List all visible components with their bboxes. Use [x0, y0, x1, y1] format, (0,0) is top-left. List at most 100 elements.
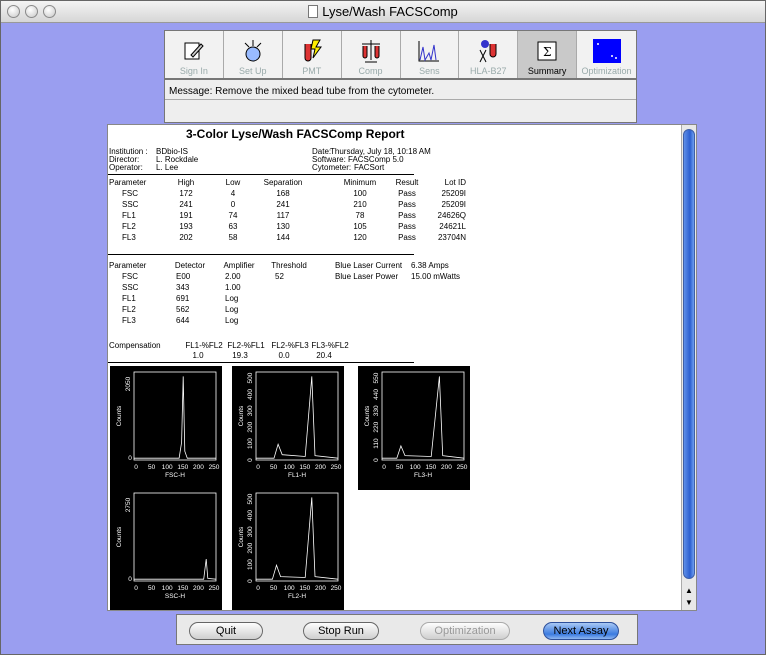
x-tick-label: 50	[270, 585, 278, 592]
settings-cell: FL2	[122, 305, 136, 314]
y-tick-label: 300	[247, 526, 254, 537]
optimization-button[interactable]: Optimization	[420, 622, 510, 640]
divider	[108, 174, 414, 175]
y-axis-label: Counts	[116, 526, 123, 547]
compensation-label: Compensation	[109, 341, 161, 350]
y-tick-label: 330	[373, 405, 380, 416]
settings-cell: 1.00	[225, 283, 241, 292]
results-cell: 168	[276, 189, 290, 198]
zoom-window-button[interactable]	[43, 5, 56, 18]
results-cell: FL1	[122, 211, 136, 220]
laser-power-label: Blue Laser Power	[335, 272, 399, 281]
stop-run-button[interactable]: Stop Run	[303, 622, 379, 640]
x-tick-label: 50	[396, 464, 404, 471]
x-tick-label: 100	[162, 464, 173, 471]
y-tick-label: 500	[247, 372, 254, 383]
x-tick-label: 250	[331, 464, 342, 471]
minimize-window-button[interactable]	[25, 5, 38, 18]
vertical-scrollbar[interactable]: ▲ ▼	[681, 125, 696, 610]
x-tick-label: 0	[256, 464, 260, 471]
settings-cell: Log	[225, 316, 239, 325]
x-tick-label: 250	[331, 585, 342, 592]
settings-cell: 52	[275, 272, 284, 281]
x-tick-label: 0	[134, 464, 138, 471]
settings-cell: 343	[176, 283, 190, 292]
histogram-line	[134, 376, 216, 459]
results-cell: FL2	[122, 222, 136, 231]
y-tick-label: 200	[247, 421, 254, 432]
tool-optimization[interactable]: Optimization	[577, 31, 636, 78]
plot-frame	[381, 371, 465, 461]
y-max-label: 2050	[125, 376, 132, 391]
sign-in-icon	[184, 42, 204, 60]
tool-sign-in[interactable]: Sign In	[165, 31, 224, 78]
histogram-line	[382, 376, 465, 459]
x-tick-label: 100	[284, 464, 295, 471]
y-tick-label: 0	[247, 579, 254, 583]
report-title: 3-Color Lyse/Wash FACSComp Report	[186, 127, 405, 141]
tool-summary[interactable]: Σ Summary	[518, 31, 578, 78]
scroll-up-arrow[interactable]: ▲	[684, 586, 694, 595]
tool-label: Summary	[527, 66, 567, 76]
settings-cell: 691	[176, 294, 190, 303]
plot-frame	[255, 492, 339, 582]
close-window-button[interactable]	[7, 5, 20, 18]
x-tick-label: 250	[457, 464, 468, 471]
tool-sens[interactable]: Sens	[401, 31, 460, 78]
message-panel: Message: Remove the mixed bead tube from…	[164, 79, 637, 123]
y-axis-label: Counts	[364, 405, 371, 426]
x-axis-label: FL1-H	[288, 472, 306, 479]
histogram-fl3h: 0 50 100 150 200 250 0 110 220 330 440 550 Counts FL3…	[358, 366, 470, 490]
y-axis-label: Counts	[238, 526, 245, 547]
plot-frame	[255, 371, 339, 461]
x-axis-label: FSC-H	[165, 472, 185, 479]
x-tick-label: 100	[162, 585, 173, 592]
results-cell: 130	[276, 222, 290, 231]
next-assay-button[interactable]: Next Assay	[543, 622, 619, 640]
x-tick-label: 100	[410, 464, 421, 471]
results-header: Lot ID	[444, 178, 466, 187]
settings-cell: FSC	[122, 272, 138, 281]
y-tick-label: 0	[247, 458, 254, 462]
tool-hla-b27[interactable]: HLA-B27	[459, 31, 519, 78]
results-header: Separation	[263, 178, 303, 187]
results-cell: 25209I	[441, 200, 466, 209]
x-tick-label: 50	[148, 464, 156, 471]
scroll-thumb[interactable]	[683, 129, 695, 579]
x-tick-label: 0	[382, 464, 386, 471]
quit-button[interactable]: Quit	[189, 622, 263, 640]
main-window: Lyse/Wash FACSComp Sign In Set Up PMT Co…	[0, 0, 766, 655]
results-cell: 241	[276, 200, 290, 209]
x-tick-label: 0	[256, 585, 260, 592]
divider	[108, 254, 414, 255]
results-cell: 117	[276, 211, 290, 220]
scroll-down-arrow[interactable]: ▼	[684, 598, 694, 607]
results-cell: 24626Q	[437, 211, 466, 220]
operator-label: Operator:	[109, 163, 143, 172]
tool-pmt[interactable]: PMT	[283, 31, 342, 78]
settings-header: Threshold	[271, 261, 307, 270]
tool-set-up[interactable]: Set Up	[224, 31, 283, 78]
tool-comp[interactable]: Comp	[342, 31, 401, 78]
x-tick-label: 100	[284, 585, 295, 592]
report-scroll-area[interactable]: 3-Color Lyse/Wash FACSComp Report Instit…	[107, 124, 697, 611]
compensation-header: FL3-%FL2	[311, 341, 349, 350]
settings-cell: FL1	[122, 294, 136, 303]
x-tick-label: 150	[177, 464, 188, 471]
results-cell: 144	[276, 233, 290, 242]
y-tick-label: 0	[128, 455, 132, 462]
x-tick-label: 200	[315, 585, 326, 592]
y-tick-label: 500	[247, 493, 254, 504]
settings-cell: Log	[225, 305, 239, 314]
laser-current-value: 6.38 Amps	[411, 261, 449, 270]
x-tick-label: 50	[148, 585, 156, 592]
x-tick-label: 50	[270, 464, 278, 471]
results-header: Parameter	[109, 178, 147, 187]
plot-frame	[133, 371, 217, 461]
laser-power-value: 15.00 mWatts	[411, 272, 461, 281]
tool-label: Sign In	[179, 66, 208, 76]
y-max-label: 2750	[125, 497, 132, 512]
histogram-fl1h: 0 50 100 150 200 250 0 100 200 300 400 500 Counts FL1…	[232, 366, 344, 490]
x-tick-label: 150	[299, 585, 310, 592]
settings-cell: 2.00	[225, 272, 241, 281]
